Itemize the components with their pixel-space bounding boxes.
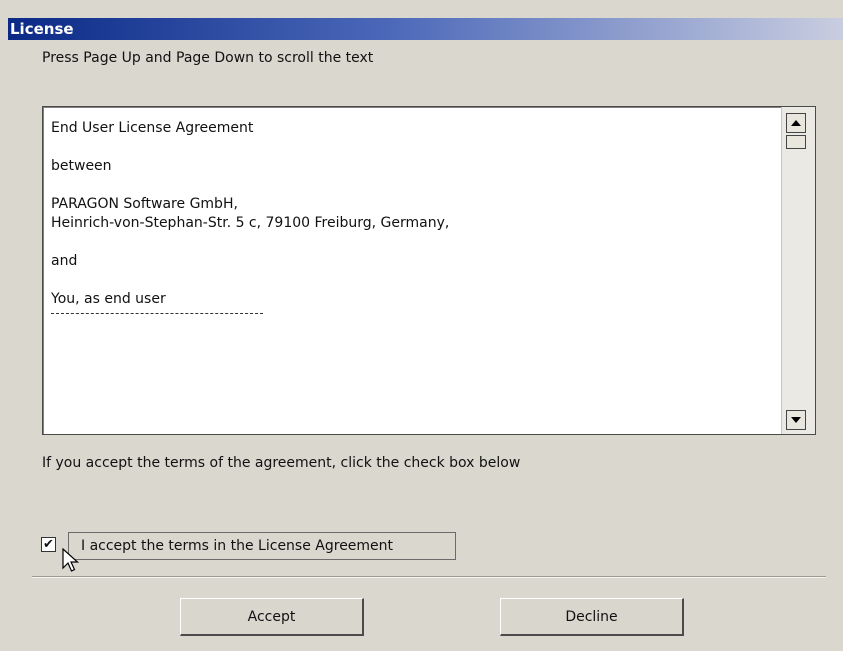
license-text-box[interactable]: End User License Agreement between PARAG… <box>42 106 816 435</box>
license-line: between <box>51 158 112 174</box>
divider-line <box>51 313 263 314</box>
accept-terms-checkbox[interactable]: ✔ <box>41 537 56 552</box>
vertical-scrollbar[interactable] <box>781 107 815 434</box>
accept-terms-label[interactable]: I accept the terms in the License Agreem… <box>68 532 456 560</box>
license-line: End User License Agreement <box>51 120 254 136</box>
decline-button[interactable]: Decline <box>500 598 684 636</box>
scroll-instructions: Press Page Up and Page Down to scroll th… <box>42 50 374 66</box>
checkmark-icon: ✔ <box>43 537 54 552</box>
license-line: Heinrich-von-Stephan-Str. 5 c, 79100 Fre… <box>51 215 450 231</box>
accept-instructions: If you accept the terms of the agreement… <box>42 455 521 471</box>
title-bar: License <box>8 18 843 40</box>
mouse-pointer-icon <box>62 547 80 578</box>
accept-button[interactable]: Accept <box>180 598 364 636</box>
license-line: and <box>51 253 78 269</box>
license-line: You, as end user <box>51 291 166 307</box>
button-separator <box>32 576 826 578</box>
scrollbar-thumb[interactable] <box>786 135 806 149</box>
license-line: PARAGON Software GmbH, <box>51 196 238 212</box>
license-text-content: End User License Agreement between PARAG… <box>51 119 775 314</box>
scroll-up-arrow-icon[interactable] <box>786 113 806 133</box>
window-title: License <box>10 20 74 38</box>
scroll-down-arrow-icon[interactable] <box>786 410 806 430</box>
